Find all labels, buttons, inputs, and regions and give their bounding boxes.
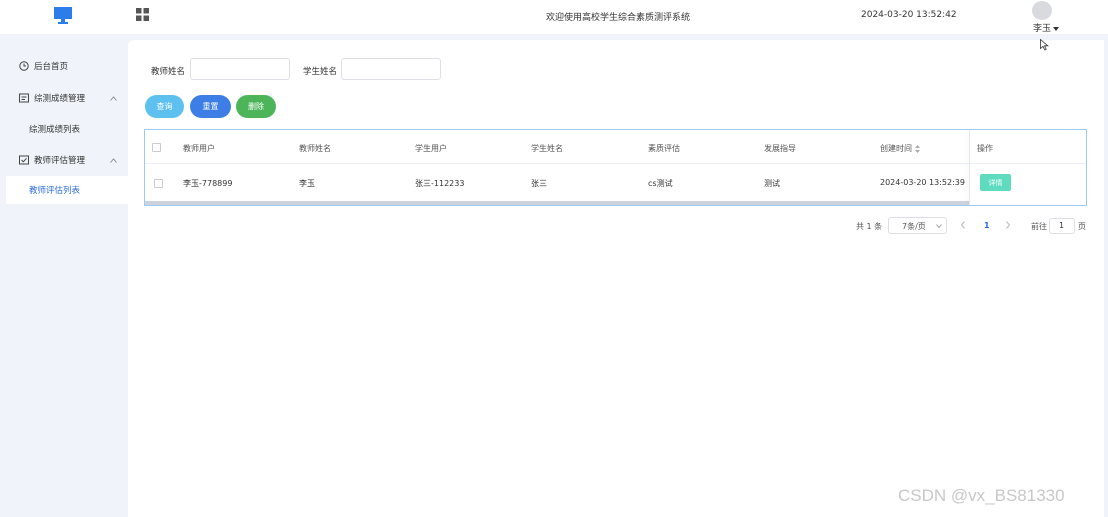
column-header: 学生用户	[415, 144, 447, 153]
page-number-current[interactable]: 1	[984, 221, 990, 230]
cell-student-name: 张三	[531, 179, 547, 188]
cell-guidance: 测试	[764, 179, 780, 188]
delete-button[interactable]: 删除	[236, 95, 276, 118]
row-divider	[145, 163, 1086, 164]
caret-down-icon	[1053, 26, 1060, 31]
sidebar-item-score-list[interactable]: 综测成绩列表	[6, 115, 128, 143]
page-size-value: 7条/页	[902, 222, 926, 231]
sidebar-item-label: 教师评估列表	[29, 186, 81, 196]
cell-assessment: cs测试	[648, 179, 673, 188]
data-table: 教师用户 教师姓名 学生用户 学生姓名 素质评估 发展指导 创建时间 操作 李玉…	[144, 129, 1087, 206]
prev-page-icon[interactable]	[960, 221, 966, 229]
current-datetime: 2024-03-20 13:52:42	[861, 10, 957, 20]
sidebar-item-label: 综测成绩列表	[29, 125, 81, 135]
check-square-icon	[19, 155, 29, 165]
select-all-checkbox[interactable]	[152, 143, 161, 152]
sidebar-item-teacher-eval-management[interactable]: 教师评估管理	[0, 146, 128, 174]
avatar[interactable]	[1032, 1, 1052, 20]
goto-page-input[interactable]: 1	[1049, 218, 1075, 234]
goto-prefix: 前往	[1031, 222, 1047, 231]
horizontal-scrollbar[interactable]	[145, 201, 969, 205]
row-checkbox[interactable]	[154, 179, 163, 188]
grid-menu-icon[interactable]	[136, 8, 149, 21]
user-menu[interactable]: 李玉	[1033, 21, 1060, 34]
reset-button[interactable]: 重置	[190, 95, 231, 118]
top-header: 欢迎使用高校学生综合素质测评系统 2024-03-20 13:52:42 李玉	[0, 0, 1108, 34]
sidebar: 后台首页 综测成绩管理 综测成绩列表 教师评估管理 教师评估列表	[0, 34, 128, 517]
column-header: 学生姓名	[531, 144, 563, 153]
column-header: 操作	[977, 144, 993, 153]
sidebar-item-teacher-eval-list[interactable]: 教师评估列表	[6, 176, 128, 204]
cell-student-user: 张三-112233	[415, 179, 465, 188]
fixed-column-divider	[969, 130, 970, 205]
cell-created-at: 2024-03-20 13:52:39	[880, 178, 965, 187]
detail-button[interactable]: 详情	[980, 174, 1011, 191]
column-header-sortable[interactable]: 创建时间	[880, 143, 920, 154]
sort-icon[interactable]	[915, 144, 920, 153]
goto-page-value: 1	[1059, 221, 1065, 230]
sidebar-item-score-management[interactable]: 综测成绩管理	[0, 84, 128, 112]
sidebar-item-label: 后台首页	[34, 62, 69, 72]
chevron-up-icon	[110, 95, 117, 101]
chevron-up-icon	[110, 157, 117, 163]
column-header-label: 创建时间	[880, 144, 912, 153]
chevron-down-icon	[936, 224, 942, 228]
site-title: 欢迎使用高校学生综合素质测评系统	[546, 13, 691, 23]
clock-icon	[19, 61, 29, 71]
teacher-name-label: 教师姓名	[151, 67, 186, 77]
column-header: 教师姓名	[299, 144, 331, 153]
column-header: 发展指导	[764, 144, 796, 153]
next-page-icon[interactable]	[1005, 221, 1011, 229]
query-button[interactable]: 查询	[145, 95, 184, 118]
student-name-input[interactable]	[341, 58, 441, 80]
sidebar-item-label: 综测成绩管理	[34, 94, 86, 104]
column-header: 教师用户	[183, 144, 215, 153]
pagination-total: 共 1 条	[856, 222, 883, 231]
cell-teacher-user: 李玉-778899	[183, 179, 233, 188]
cell-teacher-name: 李玉	[299, 179, 315, 188]
username-label: 李玉	[1033, 24, 1052, 34]
page-size-select[interactable]: 7条/页	[888, 217, 947, 234]
column-header: 素质评估	[648, 144, 680, 153]
monitor-logo-icon[interactable]	[54, 7, 72, 24]
mouse-cursor-icon	[1040, 39, 1049, 51]
sidebar-item-label: 教师评估管理	[34, 156, 86, 166]
teacher-name-input[interactable]	[190, 58, 290, 80]
student-name-label: 学生姓名	[303, 67, 338, 77]
form-icon	[19, 93, 29, 103]
watermark: CSDN @vx_BS81330	[898, 486, 1065, 505]
sidebar-item-home[interactable]: 后台首页	[0, 52, 128, 80]
goto-suffix: 页	[1078, 222, 1086, 231]
